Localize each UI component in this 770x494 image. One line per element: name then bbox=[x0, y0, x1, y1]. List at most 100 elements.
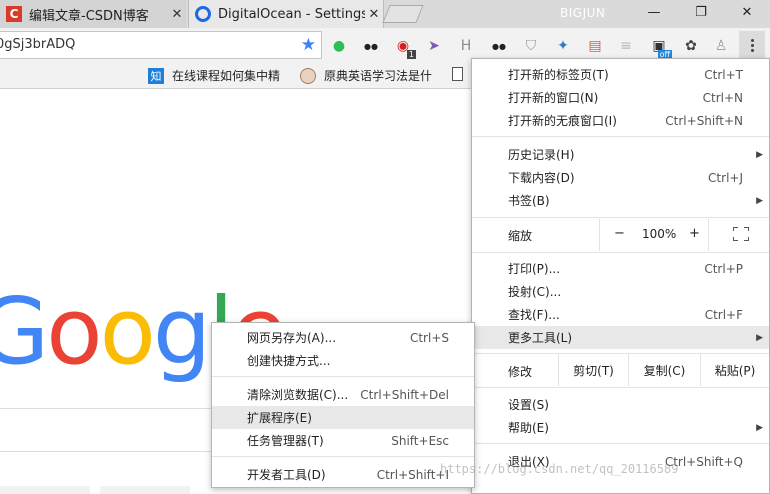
menu-shortcut: Ctrl+Shift+I bbox=[376, 467, 449, 482]
paste-button[interactable]: 粘贴(P) bbox=[700, 354, 769, 386]
bookmark-label: 在线课程如何集中精 bbox=[172, 69, 281, 83]
menu-label: 创建快捷方式... bbox=[247, 354, 331, 368]
logo-letter: G bbox=[0, 278, 49, 385]
dot-icon bbox=[750, 38, 754, 42]
zoom-label: 缩放 bbox=[508, 229, 533, 243]
dot-icon bbox=[750, 43, 754, 47]
menu-shortcut: Ctrl+F bbox=[704, 307, 743, 322]
tab-strip: C 编辑文章-CSDN博客 ✕ DigitalOcean - Settings … bbox=[0, 0, 770, 28]
tab-close-icon[interactable]: ✕ bbox=[365, 7, 383, 22]
search-box[interactable] bbox=[0, 408, 230, 452]
tab-digitalocean[interactable]: DigitalOcean - Settings ✕ bbox=[188, 0, 384, 28]
menu-item-cast[interactable]: 投射(C)... bbox=[472, 280, 769, 303]
avatar-icon bbox=[300, 67, 316, 84]
extension-glyph: ⛉ bbox=[525, 38, 537, 54]
shortcut-tile[interactable] bbox=[100, 486, 190, 494]
menu-item-help[interactable]: 帮助(E) ▶ bbox=[472, 416, 769, 439]
menu-label: 书签(B) bbox=[508, 194, 550, 208]
minimize-button[interactable]: — bbox=[631, 0, 677, 24]
address-bar[interactable]: 0gSj3brADQ ★ bbox=[0, 31, 322, 59]
menu-shortcut: Ctrl+J bbox=[708, 170, 743, 185]
tampermonkey-icon[interactable]: ●● bbox=[362, 37, 380, 55]
zoom-controls: − 100% + bbox=[599, 219, 709, 251]
menu-item-downloads[interactable]: 下载内容(D) Ctrl+J bbox=[472, 166, 769, 189]
chrome-menu-button[interactable] bbox=[739, 31, 765, 59]
cut-button[interactable]: 剪切(T) bbox=[558, 354, 628, 386]
bookmark-label: 原典英语学习法是什 bbox=[324, 69, 433, 83]
submenu-item-extensions[interactable]: 扩展程序(E) bbox=[212, 406, 474, 429]
h-icon[interactable]: H bbox=[457, 37, 475, 55]
submenu-arrow-icon: ▶ bbox=[756, 149, 763, 160]
submenu-arrow-icon: ▶ bbox=[756, 332, 763, 343]
bookmark-item[interactable] bbox=[452, 67, 463, 81]
bookmark-star-icon[interactable]: ★ bbox=[301, 35, 316, 55]
zoom-out-button[interactable]: − bbox=[614, 226, 625, 241]
submenu-arrow-icon: ▶ bbox=[756, 195, 763, 206]
menu-label: 打开新的窗口(N) bbox=[508, 91, 599, 105]
lines-icon[interactable]: ≡ bbox=[617, 37, 635, 55]
logo-letter: o bbox=[46, 278, 102, 385]
maximize-button[interactable]: ❐ bbox=[678, 0, 724, 24]
submenu-item-save-as[interactable]: 网页另存为(A)... Ctrl+S bbox=[212, 326, 474, 349]
logo-letter: o bbox=[99, 278, 156, 385]
copy-button[interactable]: 复制(C) bbox=[628, 354, 700, 386]
extension-glyph: H bbox=[460, 38, 472, 54]
menu-label: 网页另存为(A)... bbox=[247, 331, 337, 345]
extension-badge: 1 bbox=[406, 50, 416, 59]
menu-item-incognito[interactable]: 打开新的无痕窗口(I) Ctrl+Shift+N bbox=[472, 109, 769, 132]
tab-close-icon[interactable]: ✕ bbox=[168, 7, 186, 22]
page-icon bbox=[452, 67, 463, 81]
camera-off-icon[interactable]: ▣ off bbox=[650, 37, 672, 59]
puzzle-icon[interactable]: ✦ bbox=[554, 37, 572, 55]
menu-shortcut: Ctrl+Shift+N bbox=[665, 113, 743, 128]
menu-item-bookmarks[interactable]: 书签(B) ▶ bbox=[472, 189, 769, 212]
menu-item-new-window[interactable]: 打开新的窗口(N) Ctrl+N bbox=[472, 86, 769, 109]
menu-label: 下载内容(D) bbox=[508, 171, 575, 185]
watermark: https://blog.csdn.net/qq_20116589 bbox=[440, 462, 679, 476]
tab-title: 编辑文章-CSDN博客 bbox=[29, 8, 149, 24]
menu-label: 更多工具(L) bbox=[508, 331, 573, 345]
adblock-icon[interactable]: ◉ 1 bbox=[394, 37, 416, 59]
chrome-main-menu: 打开新的标签页(T) Ctrl+T 打开新的窗口(N) Ctrl+N 打开新的无… bbox=[471, 58, 770, 494]
menu-item-history[interactable]: 历史记录(H) ▶ bbox=[472, 143, 769, 166]
dot-icon bbox=[750, 48, 754, 52]
menu-label: 帮助(E) bbox=[508, 421, 549, 435]
shield-icon[interactable]: ⛉ bbox=[522, 37, 540, 55]
submenu-item-create-shortcut[interactable]: 创建快捷方式... bbox=[212, 349, 474, 372]
submenu-item-task-manager[interactable]: 任务管理器(T) Shift+Esc bbox=[212, 429, 474, 452]
cursor-icon[interactable]: ➤ bbox=[425, 37, 443, 55]
grid-icon[interactable]: ▤ bbox=[586, 37, 604, 55]
evernote-icon[interactable]: ✿ bbox=[682, 37, 700, 55]
menu-item-more-tools[interactable]: 更多工具(L) ▶ bbox=[472, 326, 769, 349]
menu-item-find[interactable]: 查找(F)... Ctrl+F bbox=[472, 303, 769, 326]
menu-item-print[interactable]: 打印(P)... Ctrl+P bbox=[472, 257, 769, 280]
green-circle-icon[interactable]: ● bbox=[330, 37, 348, 55]
tampermonkey-2-icon[interactable]: ●● bbox=[490, 37, 508, 55]
extension-glyph: ●● bbox=[492, 41, 506, 51]
zoom-level: 100% bbox=[642, 227, 677, 241]
close-window-button[interactable]: ✕ bbox=[724, 0, 770, 24]
menu-label: 扩展程序(E) bbox=[247, 411, 312, 425]
menu-label: 设置(S) bbox=[508, 398, 549, 412]
menu-separator bbox=[472, 443, 769, 444]
submenu-item-dev-tools[interactable]: 开发者工具(D) Ctrl+Shift+I bbox=[212, 463, 474, 486]
profile-name[interactable]: BIGJUN bbox=[560, 6, 605, 20]
menu-label: 任务管理器(T) bbox=[247, 434, 324, 448]
bookmark-item[interactable]: 知 在线课程如何集中精 bbox=[148, 67, 280, 84]
menu-item-new-tab[interactable]: 打开新的标签页(T) Ctrl+T bbox=[472, 63, 769, 86]
menu-zoom-row: 缩放 − 100% + bbox=[472, 219, 769, 251]
zoom-in-button[interactable]: + bbox=[689, 226, 700, 241]
bookmark-item[interactable]: 原典英语学习法是什 bbox=[300, 67, 432, 84]
menu-shortcut: Ctrl+S bbox=[409, 330, 449, 345]
tab-csdn[interactable]: C 编辑文章-CSDN博客 ✕ bbox=[0, 0, 186, 28]
fullscreen-icon[interactable] bbox=[733, 227, 749, 241]
menu-label: 开发者工具(D) bbox=[247, 468, 326, 482]
tree-icon[interactable]: ♙ bbox=[712, 37, 730, 55]
new-tab-button[interactable] bbox=[382, 5, 424, 23]
url-text[interactable]: 0gSj3brADQ bbox=[0, 37, 75, 52]
submenu-item-clear-data[interactable]: 清除浏览数据(C)... Ctrl+Shift+Del bbox=[212, 383, 474, 406]
shortcut-tile[interactable] bbox=[0, 486, 90, 494]
tab-title: DigitalOcean - Settings bbox=[218, 6, 365, 22]
menu-item-settings[interactable]: 设置(S) bbox=[472, 393, 769, 416]
extension-glyph: ♙ bbox=[714, 38, 728, 54]
